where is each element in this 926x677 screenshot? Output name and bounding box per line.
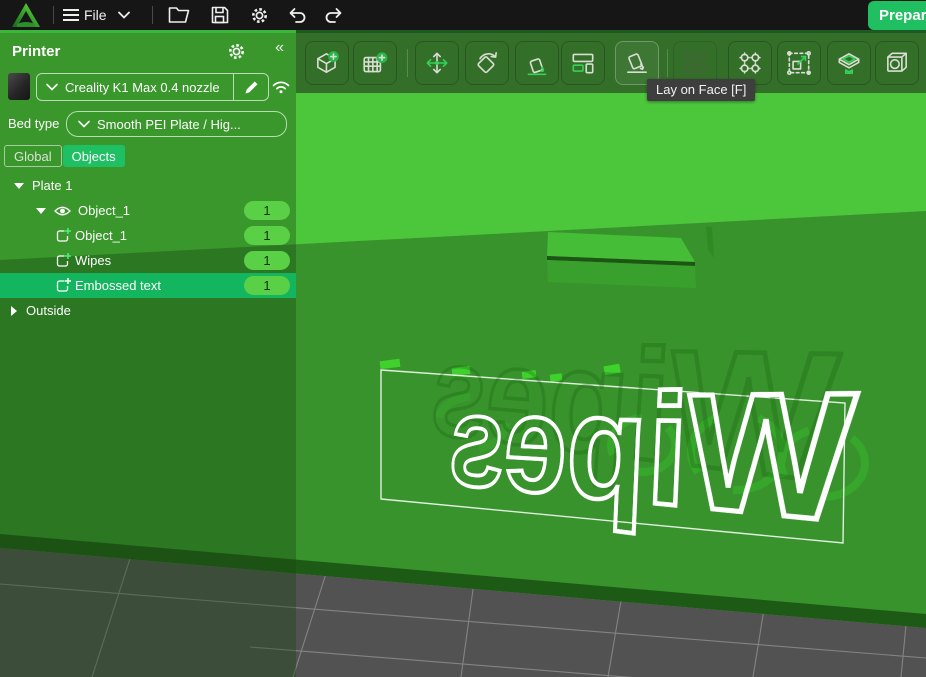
toolbar-divider	[667, 49, 668, 77]
arrange-button[interactable]	[561, 41, 605, 85]
support-paint-button[interactable]	[827, 41, 871, 85]
tree-row-part-embossed-text[interactable]: Embossed text 1	[0, 273, 296, 298]
cut-button[interactable]	[875, 41, 919, 85]
scale-button[interactable]	[777, 41, 821, 85]
tree-label: Outside	[26, 303, 71, 318]
bed-type-row: Bed type Smooth PEI Plate / Hig...	[0, 111, 296, 137]
caret-down-icon[interactable]	[14, 182, 24, 190]
tree-row-part-wipes[interactable]: Wipes 1	[0, 248, 296, 273]
panel-title: Printer	[12, 43, 60, 60]
tab-objects[interactable]: Objects	[63, 145, 125, 167]
app-logo-icon	[10, 0, 42, 30]
top-bar: File	[0, 0, 926, 33]
edit-printer-button[interactable]	[233, 74, 268, 100]
menu-icon[interactable]	[63, 0, 79, 30]
tree-row-outside[interactable]: Outside	[0, 298, 296, 323]
tree-row-part-object-1[interactable]: Object_1 1	[0, 223, 296, 248]
chevron-down-icon	[46, 83, 58, 91]
tooltip-lay-on-face: Lay on Face [F]	[647, 79, 755, 101]
printer-select[interactable]: Creality K1 Max 0.4 nozzle	[36, 73, 269, 101]
caret-right-icon[interactable]	[10, 306, 18, 316]
rotate-button[interactable]	[465, 41, 509, 85]
bed-type-select[interactable]: Smooth PEI Plate / Hig...	[66, 111, 287, 137]
topbar-divider	[152, 6, 153, 24]
add-object-button[interactable]	[305, 41, 349, 85]
save-icon[interactable]	[211, 0, 229, 30]
undo-icon[interactable]	[286, 0, 308, 30]
viewport-toolbar: AUTO	[296, 33, 926, 93]
topbar-divider	[53, 6, 54, 24]
count-badge: 1	[244, 251, 290, 270]
part-icon	[55, 228, 72, 244]
file-menu[interactable]: File	[84, 0, 107, 30]
tab-global[interactable]: Global	[4, 145, 62, 167]
collapse-panel-icon[interactable]: «	[275, 39, 282, 57]
wifi-icon[interactable]	[270, 77, 292, 100]
auto-orient-button[interactable]: AUTO	[515, 41, 559, 85]
open-file-icon[interactable]	[168, 0, 190, 30]
bed-type-value: Smooth PEI Plate / Hig...	[97, 117, 241, 132]
toolbar-divider	[407, 49, 408, 77]
redo-icon[interactable]	[323, 0, 345, 30]
count-badge: 1	[244, 276, 290, 295]
add-plate-button[interactable]	[353, 41, 397, 85]
pencil-icon	[244, 80, 259, 95]
chevron-down-icon	[78, 120, 90, 128]
printer-panel: Printer « Creality K1 Max 0.4 nozzle	[0, 33, 296, 677]
tree-label: Plate 1	[32, 178, 72, 193]
printer-settings-gear-icon[interactable]	[227, 42, 246, 66]
visibility-eye-icon[interactable]	[54, 205, 71, 217]
bed-type-label: Bed type	[8, 116, 59, 131]
settings-gear-icon[interactable]	[250, 0, 269, 30]
prepare-button[interactable]: Prepare	[868, 1, 926, 30]
tree-row-object-1[interactable]: Object_1 1	[0, 198, 296, 223]
tree-label: Object_1	[78, 203, 130, 218]
topbar-underline-accent	[0, 30, 296, 33]
caret-down-icon[interactable]	[36, 207, 46, 215]
app-window: Wipes Wipes File	[0, 0, 926, 677]
panel-tabs: Global Objects	[4, 145, 125, 167]
part-icon	[55, 253, 72, 269]
printer-thumbnail	[8, 73, 30, 100]
part-icon	[55, 278, 72, 294]
tree-label: Wipes	[75, 253, 111, 268]
chevron-down-icon[interactable]	[118, 0, 130, 30]
printer-selector-row: Creality K1 Max 0.4 nozzle	[0, 73, 296, 101]
count-badge: 1	[244, 226, 290, 245]
object-tree: Plate 1 Object_1 1 Object_1 1	[0, 173, 296, 323]
auto-label: AUTO	[526, 50, 547, 59]
tree-label: Embossed text	[75, 278, 161, 293]
printer-name: Creality K1 Max 0.4 nozzle	[65, 80, 220, 95]
count-badge: 1	[244, 201, 290, 220]
tree-row-plate-1[interactable]: Plate 1	[0, 173, 296, 198]
prepare-button-label: Prepare	[879, 7, 926, 24]
tree-label: Object_1	[75, 228, 127, 243]
move-button[interactable]	[415, 41, 459, 85]
